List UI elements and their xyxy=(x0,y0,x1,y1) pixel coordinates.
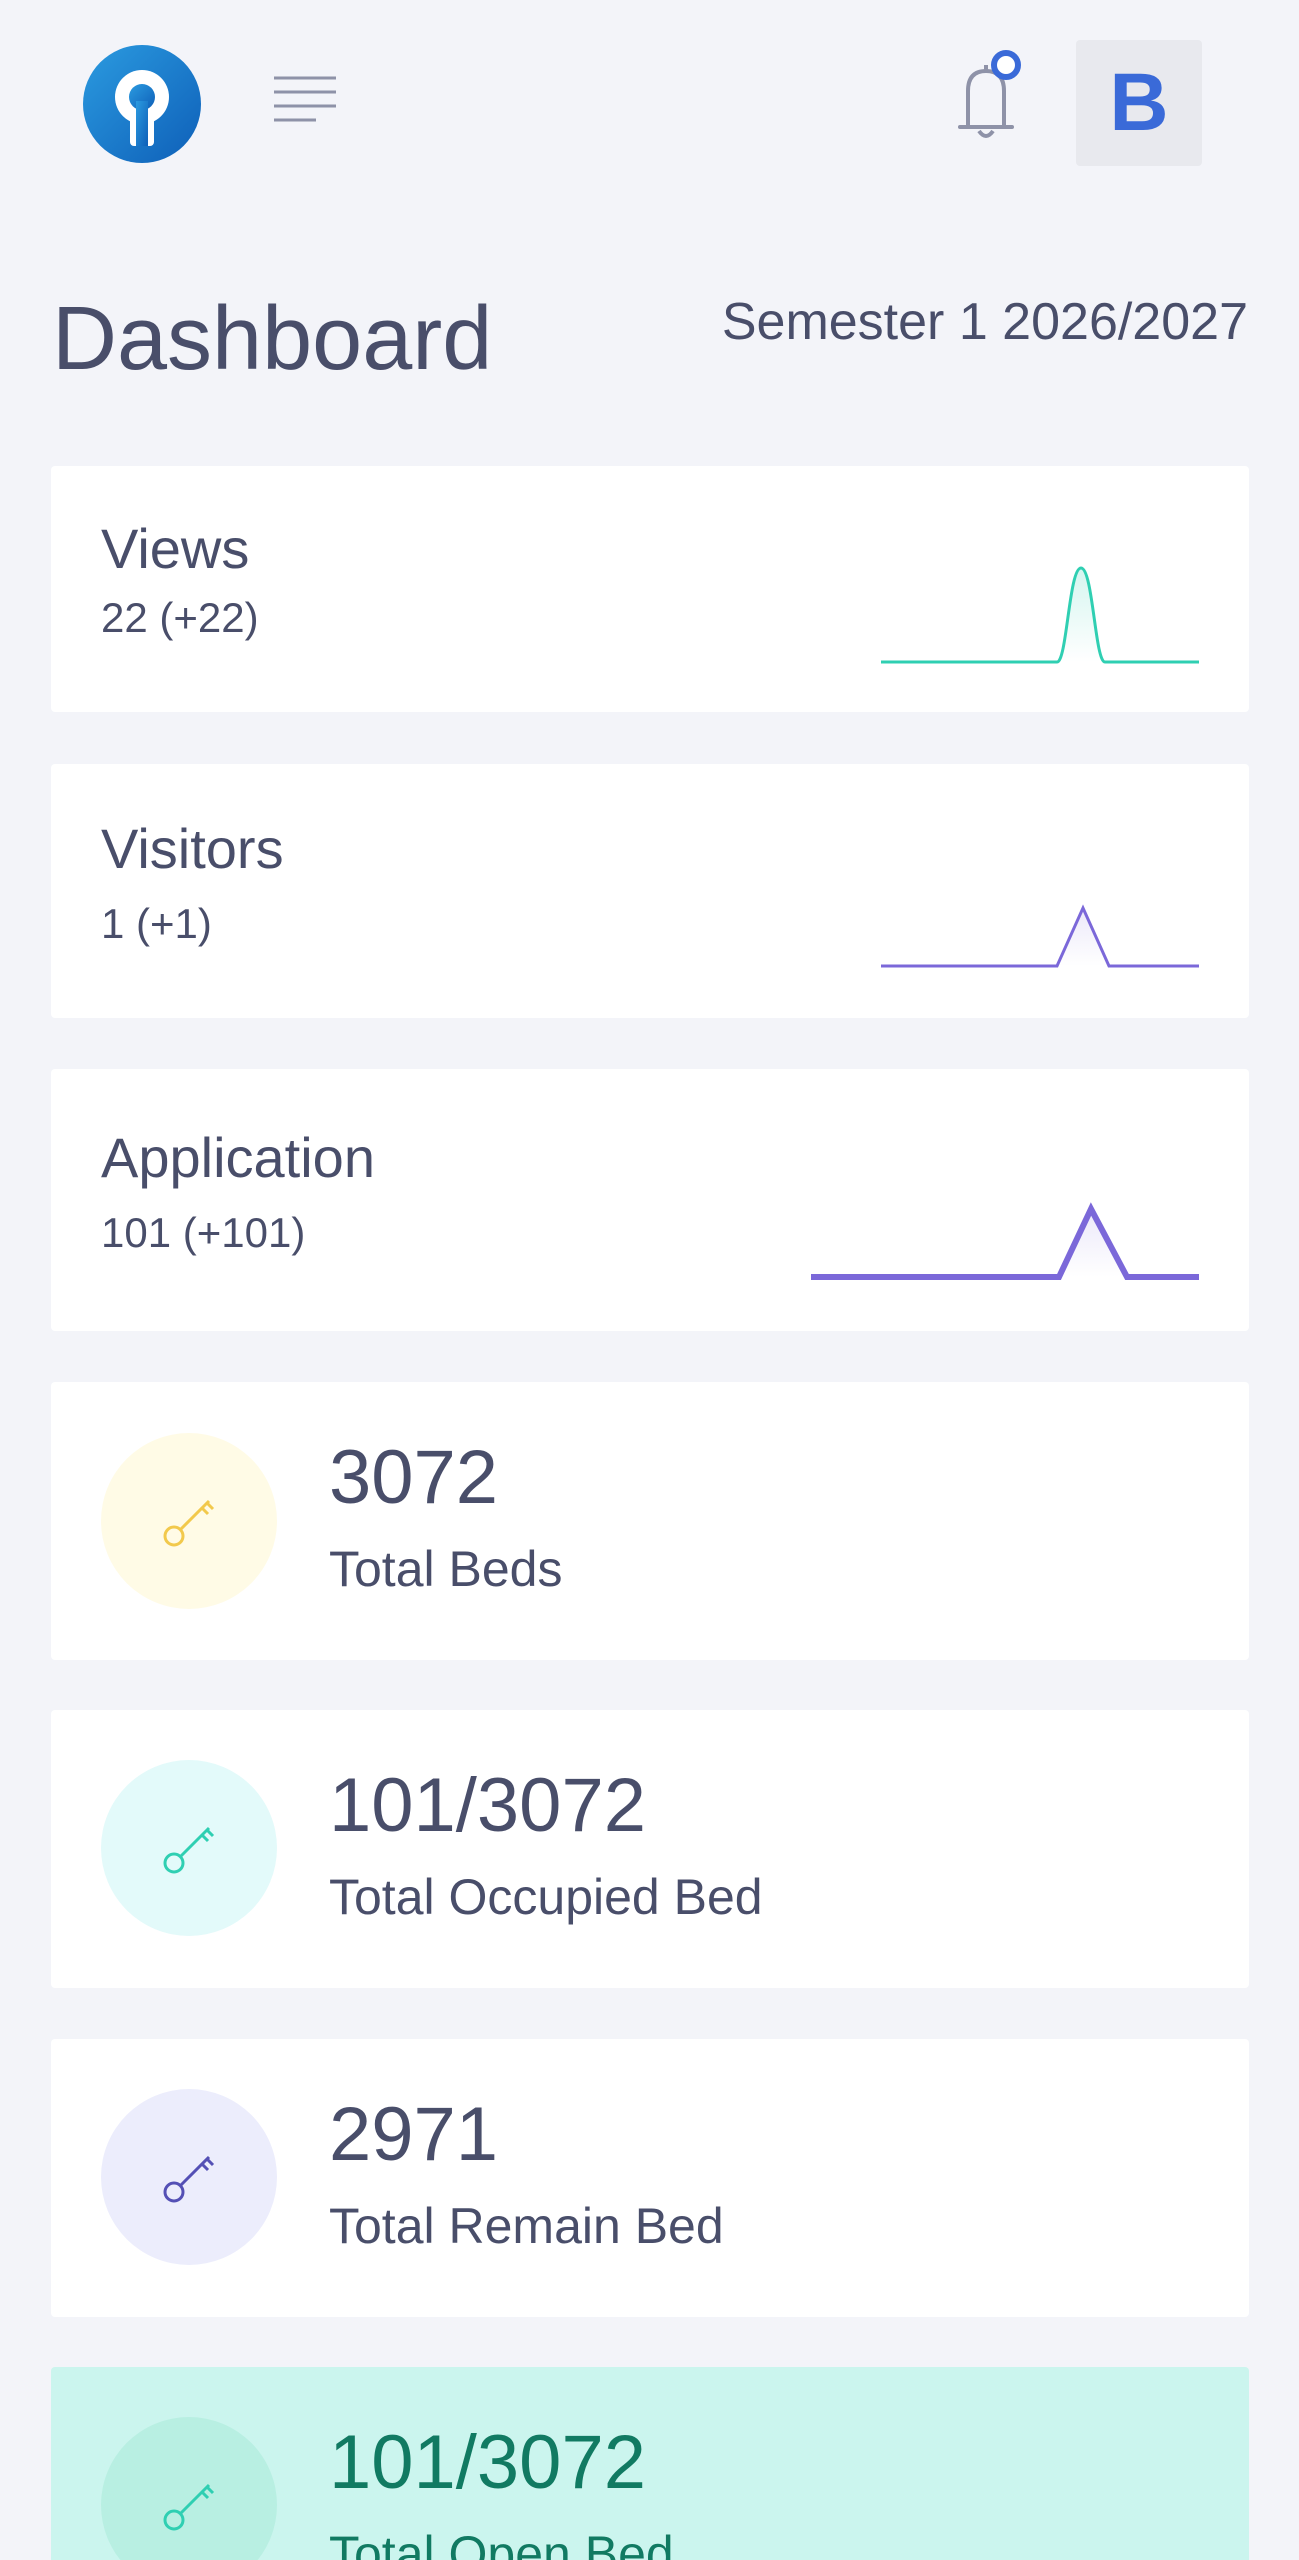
page-title: Dashboard xyxy=(52,289,493,389)
key-icon xyxy=(101,1433,277,1609)
stat-card-visitors[interactable]: Visitors 1 (+1) xyxy=(51,764,1249,1018)
bed-card-remain[interactable]: 2971 Total Remain Bed xyxy=(51,2039,1249,2317)
bed-label: Total Beds xyxy=(329,1541,563,1597)
bed-label: Total Open Bed xyxy=(329,2526,674,2560)
bed-value: 2971 xyxy=(329,2092,499,2177)
top-header: B xyxy=(0,0,1299,200)
notification-dot xyxy=(991,50,1021,80)
stat-card-views[interactable]: Views 22 (+22) xyxy=(51,466,1249,712)
application-sparkline xyxy=(811,1202,1199,1280)
stat-label: Visitors xyxy=(101,817,284,880)
semester-label[interactable]: Semester 1 2026/2027 xyxy=(722,292,1248,352)
stat-label: Views xyxy=(101,517,250,580)
avatar[interactable]: B xyxy=(1076,40,1202,166)
key-icon xyxy=(101,2417,277,2560)
stat-value: 22 (+22) xyxy=(101,594,259,641)
bed-value: 101/3072 xyxy=(329,2420,646,2505)
bed-value: 101/3072 xyxy=(329,1763,646,1848)
bed-value: 3072 xyxy=(329,1435,499,1520)
hamburger-icon[interactable] xyxy=(272,70,338,130)
bed-label: Total Remain Bed xyxy=(329,2198,724,2254)
key-icon xyxy=(101,2089,277,2265)
stat-value: 101 (+101) xyxy=(101,1209,306,1256)
logo-icon[interactable] xyxy=(83,45,201,163)
views-sparkline xyxy=(881,566,1199,664)
stat-label: Application xyxy=(101,1126,375,1189)
key-icon xyxy=(101,1760,277,1936)
stat-value: 1 (+1) xyxy=(101,900,212,947)
bed-card-occupied[interactable]: 101/3072 Total Occupied Bed xyxy=(51,1710,1249,1988)
bed-label: Total Occupied Bed xyxy=(329,1869,763,1925)
dashboard-page: B Dashboard Semester 1 2026/2027 Views 2… xyxy=(0,0,1299,2560)
stat-card-application[interactable]: Application 101 (+101) xyxy=(51,1069,1249,1331)
bell-icon[interactable] xyxy=(930,45,1040,145)
bed-card-open[interactable]: 101/3072 Total Open Bed xyxy=(51,2367,1249,2560)
visitors-sparkline xyxy=(881,904,1199,968)
bed-card-total[interactable]: 3072 Total Beds xyxy=(51,1382,1249,1660)
